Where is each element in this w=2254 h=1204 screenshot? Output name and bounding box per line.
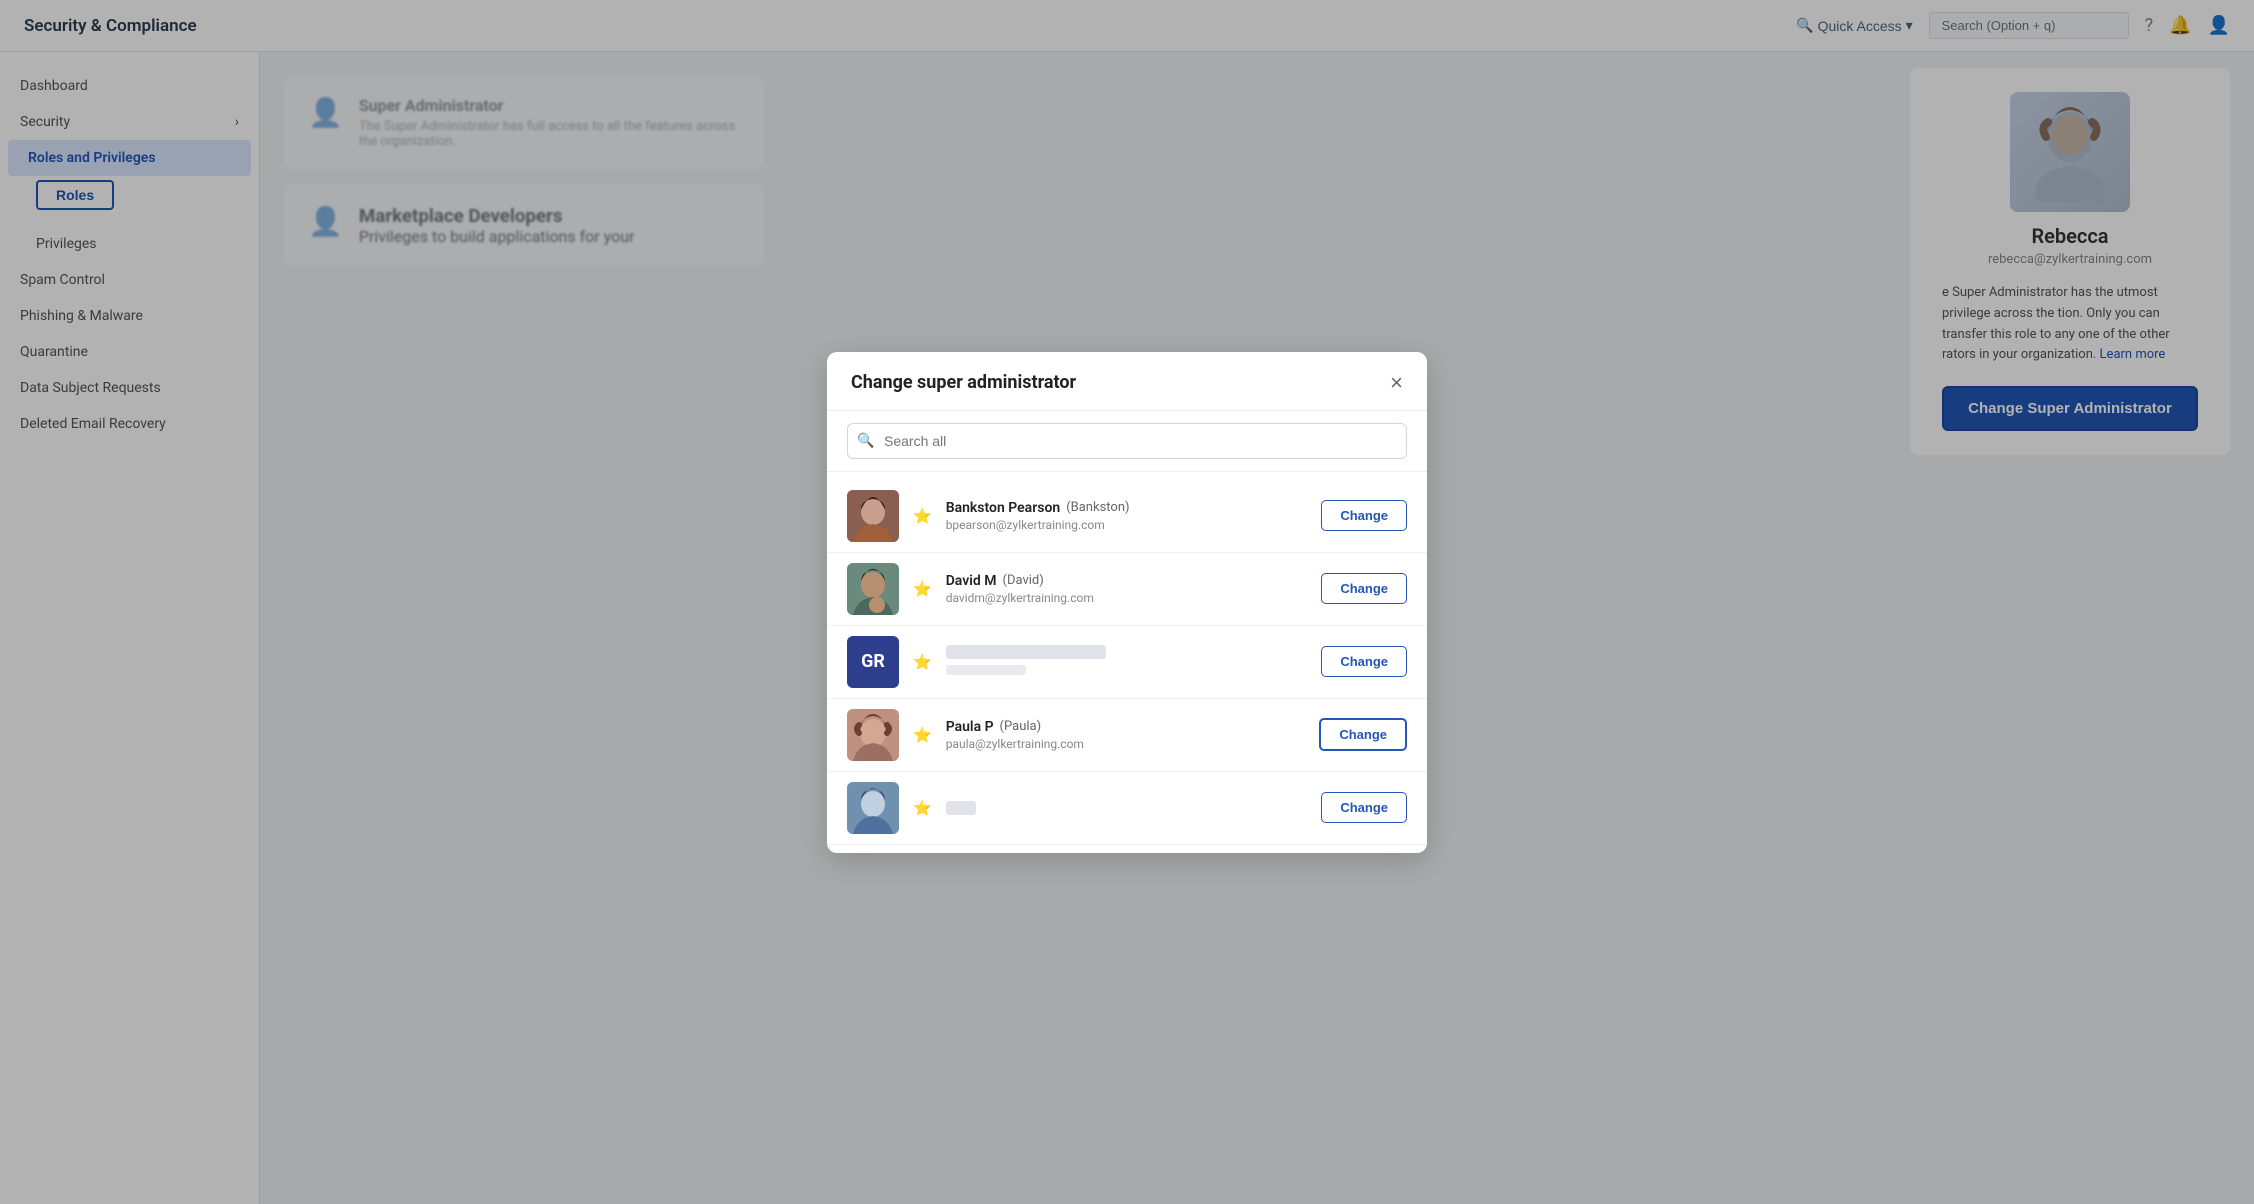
modal-close-button[interactable]: × [1390,372,1403,394]
blurred-email-gr [946,665,1026,675]
user-star-icon-gr: ⭐ [913,653,932,671]
search-wrap [847,423,1407,459]
user-star-icon-user5: ⭐ [913,799,932,817]
user-name-row: Paula P (Paula) [946,719,1306,735]
user-name-row [946,801,1308,815]
user-info-david: David M (David) davidm@zylkertraining.co… [946,573,1308,605]
change-button-gr[interactable]: Change [1321,646,1407,677]
user-row: ⭐ Bankston Pearson (Bankston) bpearson@z… [827,480,1427,553]
modal-overlay[interactable]: Change super administrator × [0,0,2254,1204]
blurred-name-gr [946,645,1106,659]
modal-search-wrap [827,411,1427,472]
user-avatar-user5 [847,782,899,834]
user-row: GR ⭐ Change [827,626,1427,699]
user-list: ⭐ Bankston Pearson (Bankston) bpearson@z… [827,472,1427,853]
user-info-bankston: Bankston Pearson (Bankston) bpearson@zyl… [946,500,1308,532]
change-button-paula[interactable]: Change [1319,718,1407,751]
modal-header: Change super administrator × [827,352,1427,411]
user-row: ⭐ Paula P (Paula) paula@zylkertraining.c… [827,699,1427,772]
change-admin-modal: Change super administrator × [827,352,1427,853]
modal-title: Change super administrator [851,372,1076,393]
change-button-bankston[interactable]: Change [1321,500,1407,531]
user-row: ⭐ David M (David) davidm@zylkertraining.… [827,553,1427,626]
user-avatar-bankston [847,490,899,542]
user-info-user5 [946,801,1308,815]
user-avatar-gr: GR [847,636,899,688]
user-star-icon-paula: ⭐ [913,726,932,744]
user-name-row: David M (David) [946,573,1308,589]
user-name-row: Bankston Pearson (Bankston) [946,500,1308,516]
modal-search-input[interactable] [847,423,1407,459]
change-button-user5[interactable]: Change [1321,792,1407,823]
user-star-icon-david: ⭐ [913,580,932,598]
blurred-name-user5 [946,801,976,815]
user-info-paula: Paula P (Paula) paula@zylkertraining.com [946,719,1306,751]
user-name-row [946,645,1308,659]
user-avatar-david [847,563,899,615]
user-avatar-paula [847,709,899,761]
change-button-david[interactable]: Change [1321,573,1407,604]
user-info-gr [946,645,1308,678]
user-row: ⭐ Change [827,772,1427,845]
user-star-icon-bankston: ⭐ [913,507,932,525]
